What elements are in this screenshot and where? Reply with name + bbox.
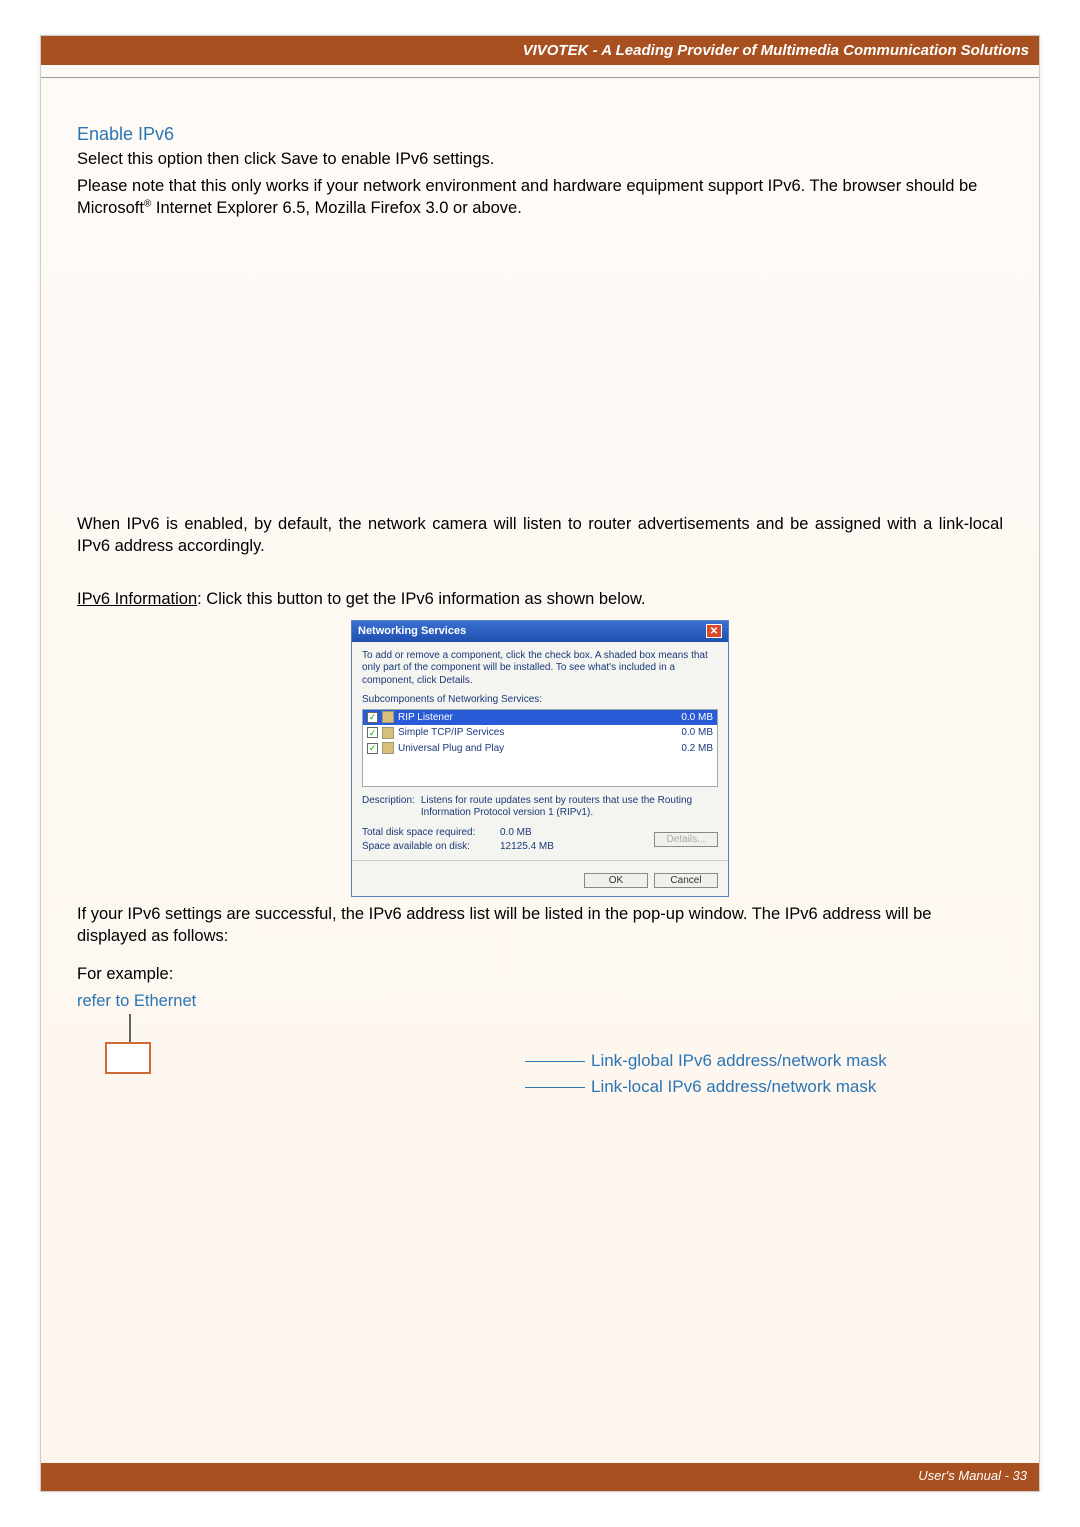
ethernet-example: refer to Ethernet Link-global IPv6 addre… [77, 990, 1003, 1124]
disk-stats-row: Total disk space required: 0.0 MB Space … [362, 826, 718, 854]
dialog-footer: OK Cancel [352, 867, 728, 896]
cancel-button[interactable]: Cancel [654, 873, 718, 888]
paragraph-ipv6-info: IPv6 Information: Click this button to g… [77, 588, 1003, 610]
checkbox-icon[interactable]: ✓ [367, 727, 378, 738]
refer-ethernet-link: refer to Ethernet [77, 992, 196, 1010]
annotation-line-icon [525, 1061, 585, 1062]
dialog-screenshot: Networking Services ✕ To add or remove a… [77, 620, 1003, 897]
footer-bar: User's Manual - 33 [41, 1463, 1039, 1491]
list-item-label: Universal Plug and Play [398, 742, 504, 756]
annotation-global-text: Link-global IPv6 address/network mask [591, 1050, 887, 1073]
dialog-titlebar: Networking Services ✕ [352, 621, 728, 642]
list-item[interactable]: ✓ RIP Listener 0.0 MB [363, 710, 717, 726]
subcomponents-listbox[interactable]: ✓ RIP Listener 0.0 MB ✓ Simple TCP/IP Se… [362, 709, 718, 787]
description-row: Description: Listens for route updates s… [362, 795, 718, 820]
details-button[interactable]: Details... [654, 832, 718, 847]
ipv6-info-rest: : Click this button to get the IPv6 info… [197, 590, 646, 608]
disk-available-value: 12125.4 MB [500, 840, 554, 854]
disk-available-label: Space available on disk: [362, 840, 492, 854]
header-brand-text: VIVOTEK - A Leading Provider of Multimed… [523, 42, 1029, 59]
annotation-global: Link-global IPv6 address/network mask [525, 1050, 887, 1073]
description-label: Description: [362, 795, 415, 820]
list-item[interactable]: ✓ Simple TCP/IP Services 0.0 MB [363, 725, 717, 741]
list-item-size: 0.0 MB [681, 726, 713, 740]
annotation-local: Link-local IPv6 address/network mask [525, 1076, 876, 1099]
gap [77, 562, 1003, 588]
footer-text: User's Manual - 33 [918, 1468, 1027, 1483]
dialog-intro-text: To add or remove a component, click the … [362, 650, 718, 688]
paragraph-enabled: When IPv6 is enabled, by default, the ne… [77, 513, 1003, 558]
disk-stats: Total disk space required: 0.0 MB Space … [362, 826, 554, 854]
close-icon[interactable]: ✕ [706, 624, 722, 638]
header-bar: VIVOTEK - A Leading Provider of Multimed… [41, 36, 1039, 65]
component-icon [382, 711, 394, 723]
highlight-box [105, 1042, 151, 1074]
document-page: VIVOTEK - A Leading Provider of Multimed… [40, 35, 1040, 1492]
paragraph-success: If your IPv6 settings are successful, th… [77, 903, 1003, 948]
content-area: Enable IPv6 Select this option then clic… [41, 78, 1039, 1124]
list-item-size: 0.2 MB [681, 742, 713, 756]
paragraph-intro-1: Select this option then click Save to en… [77, 148, 1003, 170]
checkbox-icon[interactable]: ✓ [367, 743, 378, 754]
list-item-label: RIP Listener [398, 711, 453, 725]
list-item[interactable]: ✓ Universal Plug and Play 0.2 MB [363, 741, 717, 757]
ipv6-info-label: IPv6 Information [77, 590, 197, 608]
section-heading: Enable IPv6 [77, 122, 1003, 146]
example-label: For example: [77, 963, 1003, 985]
whitespace-gap [77, 223, 1003, 513]
component-icon [382, 727, 394, 739]
paragraph-intro-2: Please note that this only works if your… [77, 175, 1003, 220]
component-icon [382, 742, 394, 754]
dialog-title-text: Networking Services [358, 624, 466, 639]
ethernet-diagram: Link-global IPv6 address/network mask Li… [77, 1014, 1003, 1124]
annotation-line-icon [525, 1087, 585, 1088]
example-block: For example: refer to Ethernet Link-glob… [77, 963, 1003, 1124]
disk-required-value: 0.0 MB [500, 826, 532, 840]
dialog-body: To add or remove a component, click the … [352, 642, 728, 867]
paragraph-intro-2b: Internet Explorer 6.5, Mozilla Firefox 3… [151, 199, 522, 217]
disk-required-label: Total disk space required: [362, 826, 492, 840]
ok-button[interactable]: OK [584, 873, 648, 888]
checkbox-icon[interactable]: ✓ [367, 712, 378, 723]
subcomponents-label: Subcomponents of Networking Services: [362, 693, 718, 707]
connector-line [129, 1014, 131, 1042]
annotation-local-text: Link-local IPv6 address/network mask [591, 1076, 876, 1099]
networking-services-dialog: Networking Services ✕ To add or remove a… [351, 620, 729, 897]
description-text: Listens for route updates sent by router… [421, 795, 718, 820]
dialog-divider [352, 860, 728, 861]
list-item-label: Simple TCP/IP Services [398, 726, 504, 740]
list-item-size: 0.0 MB [681, 711, 713, 725]
